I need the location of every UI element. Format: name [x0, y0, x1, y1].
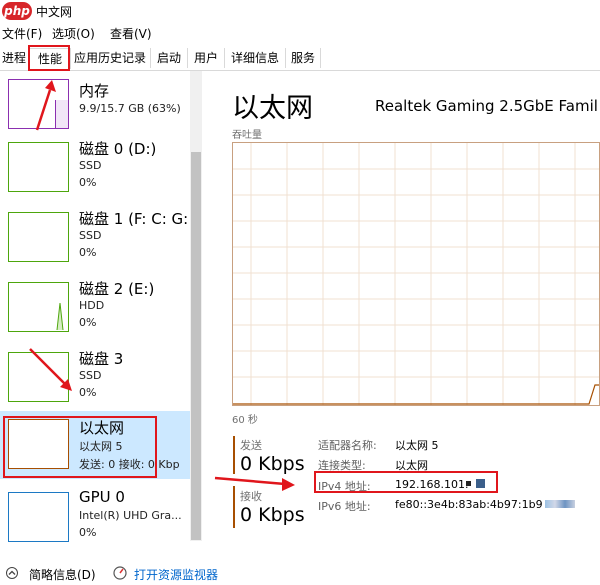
annotation-arrows — [29, 80, 295, 491]
resource-monitor-icon — [113, 566, 127, 580]
open-resource-monitor-link[interactable]: 打开资源监视器 — [134, 566, 218, 583]
bottom-bar: 简略信息(D) 打开资源监视器 — [0, 558, 600, 585]
chevron-up-icon[interactable] — [6, 567, 18, 579]
summary-button[interactable]: 简略信息(D) — [29, 566, 96, 583]
